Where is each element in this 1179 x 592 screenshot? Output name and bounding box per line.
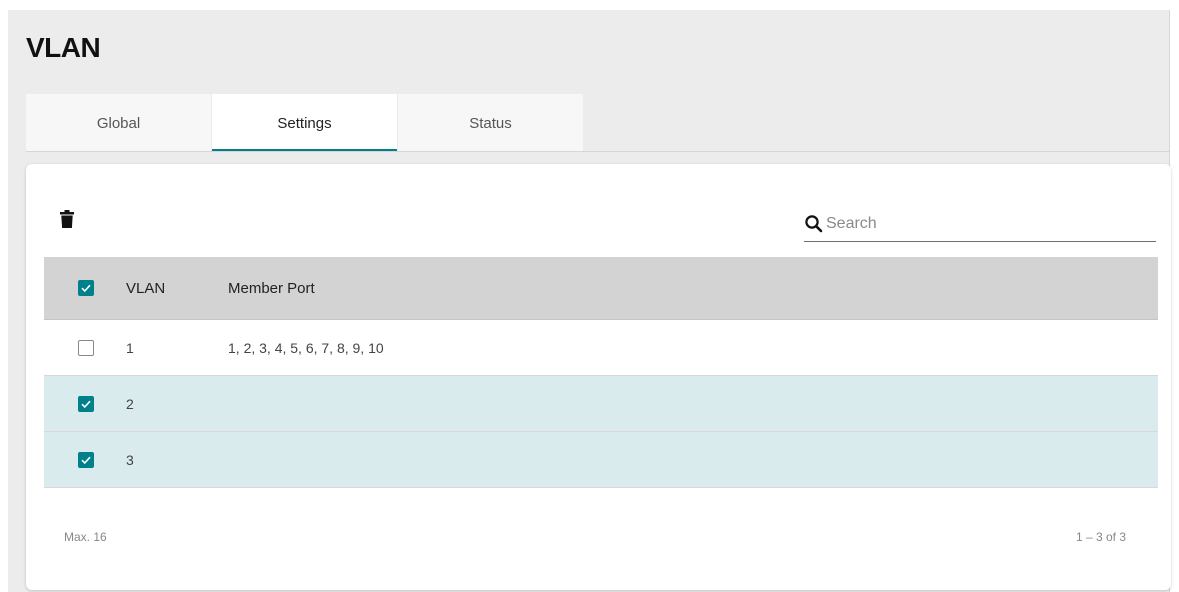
check-icon — [81, 456, 91, 464]
member-port-cell: 1, 2, 3, 4, 5, 6, 7, 8, 9, 10 — [228, 339, 384, 356]
tab-divider — [26, 151, 1169, 152]
check-icon — [81, 284, 91, 293]
table-row[interactable]: 3 — [44, 432, 1158, 488]
tab-global[interactable]: Global — [26, 94, 212, 152]
search-box — [804, 206, 1156, 242]
table-row[interactable]: 2 — [44, 376, 1158, 432]
trash-icon[interactable] — [60, 210, 74, 228]
vlan-id-cell: 3 — [126, 451, 134, 468]
check-icon — [81, 400, 91, 408]
column-header-member-port[interactable]: Member Port — [228, 280, 1158, 297]
table-row[interactable]: 1 1, 2, 3, 4, 5, 6, 7, 8, 9, 10 — [44, 320, 1158, 376]
tab-settings[interactable]: Settings — [212, 94, 398, 152]
vlan-id-cell: 1 — [126, 339, 134, 356]
row-checkbox[interactable] — [78, 339, 94, 356]
tab-status[interactable]: Status — [398, 94, 584, 152]
column-header-vlan[interactable]: VLAN — [126, 280, 228, 297]
max-entries-label: Max. 16 — [64, 530, 107, 544]
row-checkbox[interactable] — [78, 395, 94, 412]
tab-bar: Global Settings Status — [26, 94, 584, 152]
pagination-label: 1 – 3 of 3 — [1075, 530, 1126, 544]
table-header: VLAN Member Port — [44, 257, 1158, 320]
search-icon — [805, 214, 823, 232]
page: VLAN Global Settings Status Search VLAN … — [8, 10, 1171, 592]
row-checkbox[interactable] — [78, 451, 94, 468]
select-all-checkbox[interactable] — [78, 280, 94, 296]
page-title: VLAN — [26, 32, 101, 63]
vlan-table: VLAN Member Port 1 1, 2, 3, 4, 5, 6, 7, … — [44, 257, 1158, 488]
search-input[interactable] — [826, 214, 1146, 233]
vlan-settings-card: VLAN Member Port 1 1, 2, 3, 4, 5, 6, 7, … — [26, 164, 1171, 590]
vlan-id-cell: 2 — [126, 395, 134, 412]
